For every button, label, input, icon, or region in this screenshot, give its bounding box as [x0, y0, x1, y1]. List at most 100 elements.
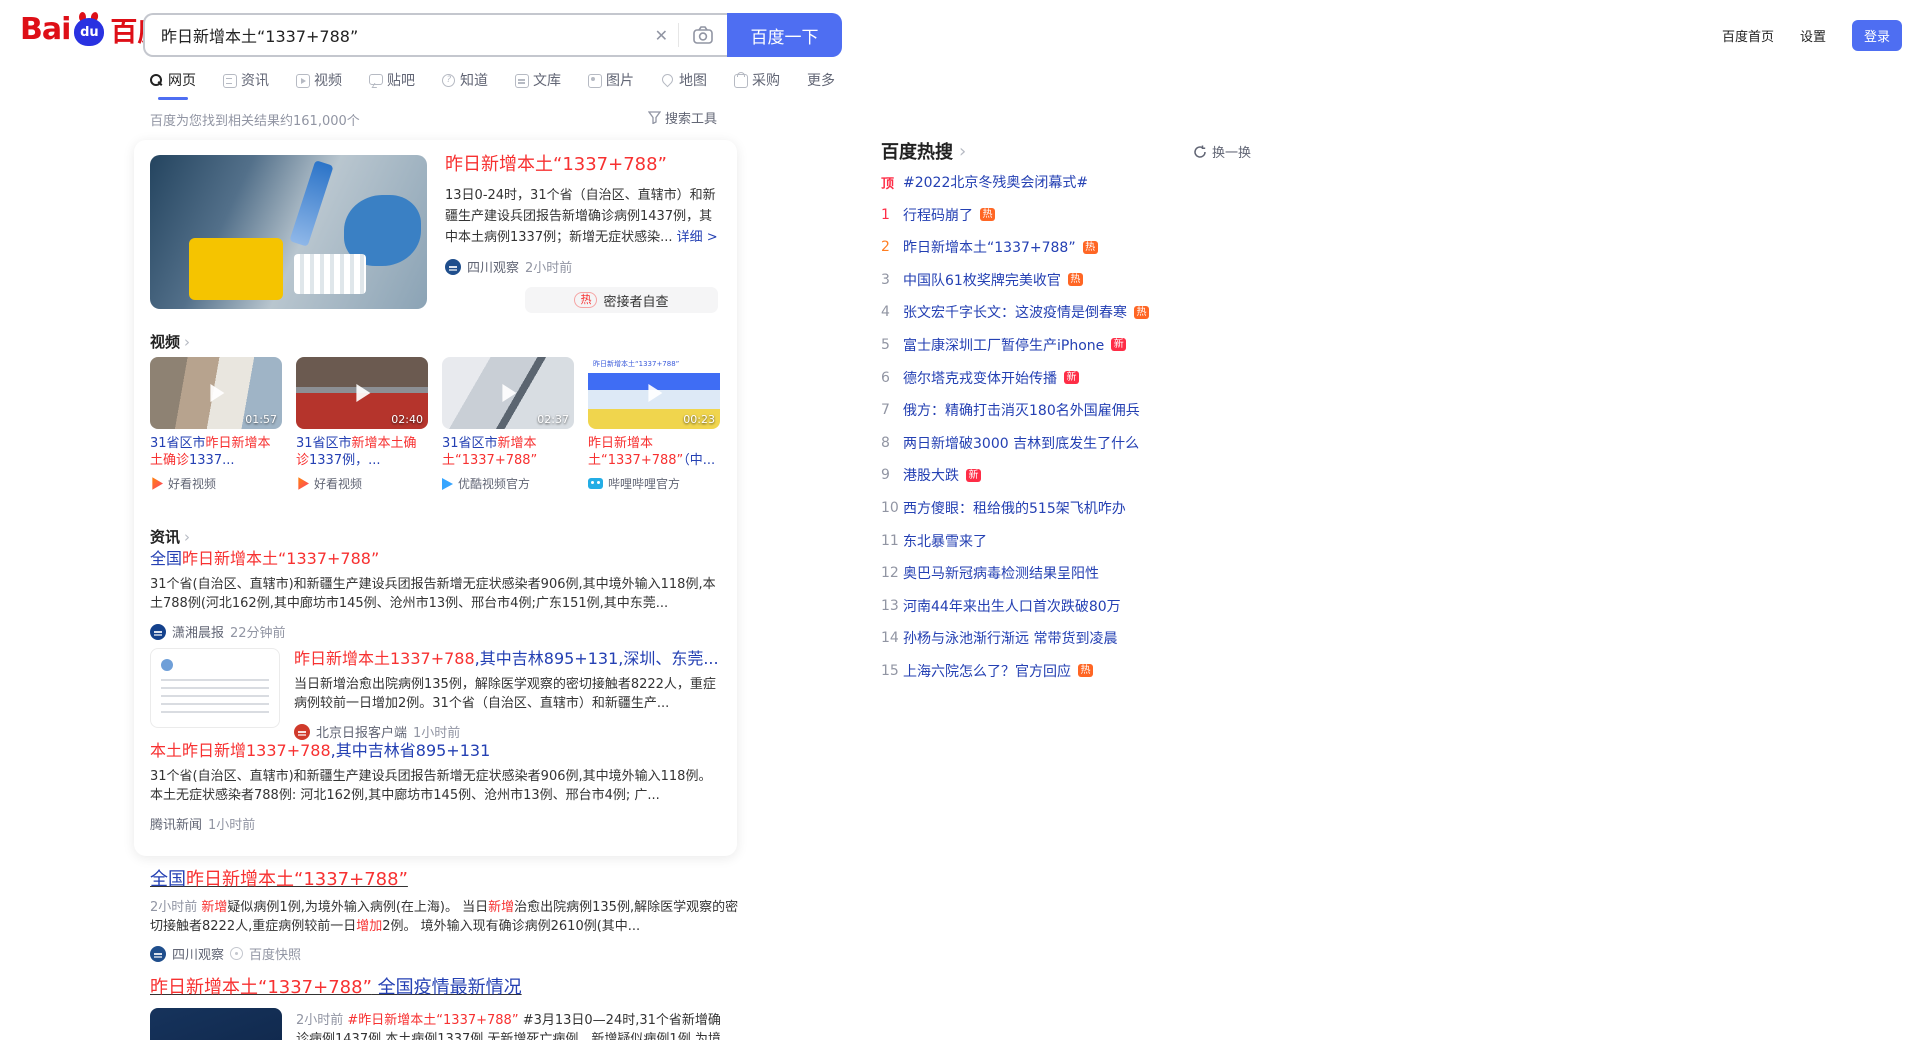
hot-label: #2022北京冬残奥会闭幕式#	[903, 175, 1089, 191]
source-avatar	[150, 945, 166, 962]
news-title[interactable]: 全国昨日新增本土“1337+788”	[150, 548, 721, 570]
hot-search-item[interactable]: 12 奥巴马新冠病毒检测结果呈阳性	[881, 563, 1271, 583]
search-tab[interactable]: 更多	[807, 70, 835, 100]
hot-tag-badge: 热	[574, 292, 598, 308]
organic-title[interactable]: 全国昨日新增本土“1337+788”	[150, 868, 742, 892]
baidu-home-link[interactable]: 百度首页	[1722, 26, 1774, 45]
hot-search-title: 百度热搜	[881, 142, 953, 163]
search-tab[interactable]: 资讯	[223, 70, 269, 100]
hot-label: 德尔塔克戎变体开始传播	[903, 370, 1057, 387]
search-input[interactable]	[145, 25, 645, 45]
search-tab[interactable]: 采购	[734, 70, 780, 100]
video-caption[interactable]: 31省区市新增本土“1337+788”	[442, 435, 574, 469]
hot-label: 昨日新增本土“1337+788”	[903, 240, 1076, 257]
hot-search-item[interactable]: 11 东北暴雪来了	[881, 531, 1271, 551]
hot-rank: 10	[881, 499, 899, 516]
epidemic-thumbnail[interactable]: 疫情	[150, 1008, 282, 1040]
hot-search-item[interactable]: 14 孙杨与泳池渐行渐远 常带货到凌晨	[881, 628, 1271, 648]
source-name[interactable]: 北京日报客户端	[316, 722, 407, 741]
hot-label: 东北暴雪来了	[903, 533, 987, 550]
result-thumbnail[interactable]	[150, 155, 427, 309]
chevron-right-icon[interactable]: ›	[184, 333, 190, 351]
source-name[interactable]: 四川观察	[467, 257, 519, 276]
news-thumbnail[interactable]	[150, 648, 280, 728]
hot-search-item[interactable]: 4 张文宏千字长文：这波疫情是倒春寒 热	[881, 302, 1271, 322]
result-time: 1小时前	[413, 726, 461, 741]
hot-search-item[interactable]: 5 富士康深圳工厂暂停生产iPhone 新	[881, 335, 1271, 355]
news-title[interactable]: 昨日新增本土1337+788,其中吉林895+131,深圳、东莞...	[294, 648, 721, 670]
hot-label: 富士康深圳工厂暂停生产iPhone	[903, 337, 1105, 354]
video-thumbnail[interactable]: 01:57	[150, 357, 282, 429]
hot-badge: 热	[1078, 664, 1093, 678]
hot-badge: 新	[1111, 338, 1127, 352]
video-platform-icon	[298, 477, 309, 490]
video-source[interactable]: 好看视频	[150, 475, 282, 492]
search-tab[interactable]: 图片	[588, 70, 634, 100]
search-tools-button[interactable]: 搜索工具	[648, 108, 717, 127]
video-caption[interactable]: 31省区市昨日新增本土确诊1337...	[150, 435, 282, 469]
hot-badge: 新	[966, 468, 981, 482]
hot-search-item[interactable]: 顶 #2022北京冬残奥会闭幕式#	[881, 172, 1271, 192]
search-tab[interactable]: 知道	[442, 70, 488, 100]
video-duration: 02:37	[537, 413, 569, 426]
hot-search-item[interactable]: 15 上海六院怎么了？官方回应 热	[881, 661, 1271, 681]
hot-search-item[interactable]: 2 昨日新增本土“1337+788” 热	[881, 237, 1271, 257]
baidu-snapshot-link[interactable]: 百度快照	[249, 944, 301, 963]
refresh-button[interactable]: 换一换	[1193, 142, 1251, 161]
hot-search-item[interactable]: 3 中国队61枚奖牌完美收官 热	[881, 270, 1271, 290]
hot-search-item[interactable]: 1 行程码崩了 热	[881, 205, 1271, 225]
hot-rank: 14	[881, 630, 899, 647]
search-button[interactable]: 百度一下	[727, 13, 842, 57]
hot-search-item[interactable]: 6 德尔塔克戎变体开始传播 新	[881, 368, 1271, 388]
chevron-right-icon[interactable]: ›	[959, 141, 966, 162]
search-tab[interactable]: 地图	[661, 70, 707, 100]
video-source[interactable]: 哔哩哔哩官方	[588, 475, 720, 492]
result-time: 22分钟前	[230, 626, 286, 641]
camera-icon[interactable]	[679, 26, 727, 44]
video-thumbnail[interactable]: 昨日新增本土“1337+788” 00:23	[588, 357, 720, 429]
hot-rank: 顶	[881, 176, 895, 192]
source-name[interactable]: 潇湘晨报	[172, 622, 224, 641]
hot-label: 港股大跌	[903, 468, 959, 485]
organic-title[interactable]: 昨日新增本土“1337+788” 全国疫情最新情况	[150, 976, 742, 1000]
hot-badge: 热	[1067, 273, 1083, 287]
chevron-right-icon[interactable]: ›	[184, 528, 190, 546]
search-tab[interactable]: 贴吧	[369, 70, 415, 100]
featured-result-title[interactable]: 昨日新增本土“1337+788”	[445, 153, 723, 177]
hot-badge: 热	[1134, 305, 1149, 319]
video-caption[interactable]: 31省区市新增本土确诊1337例，...	[296, 435, 428, 469]
video-source[interactable]: 优酷视频官方	[442, 475, 574, 492]
video-caption[interactable]: 昨日新增本土“1337+788”（中...	[588, 435, 720, 469]
hot-rank: 5	[881, 336, 890, 353]
hot-search-item[interactable]: 10 西方傻眼：租给俄的515架飞机咋办	[881, 498, 1271, 518]
tab-icon	[661, 73, 675, 87]
clear-icon[interactable]: ✕	[645, 26, 678, 45]
video-thumbnail[interactable]: 02:37	[442, 357, 574, 429]
detail-link[interactable]: 详细 >	[677, 230, 718, 245]
search-tab[interactable]: 网页	[150, 70, 196, 100]
news-desc: 当日新增治愈出院病例135例，解除医学观察的密切接触者8222人，重症病例较前一…	[294, 677, 716, 711]
organic-desc: 2小时前 新增疑似病例1例,为境外输入病例(在上海)。 当日新增治愈出院病例13…	[150, 900, 739, 934]
hot-label: 张文宏千字长文：这波疫情是倒春寒	[903, 305, 1127, 322]
hot-search-list: 顶 #2022北京冬残奥会闭幕式# 1 行程码崩了 热 2 昨日新增本土“133…	[881, 172, 1271, 694]
source-name[interactable]: 四川观察	[172, 944, 224, 963]
result-time: 1小时前	[208, 818, 256, 833]
video-item: 昨日新增本土“1337+788” 00:23 昨日新增本土“1337+788”（…	[588, 357, 720, 492]
news-title[interactable]: 本土昨日新增1337+788,其中吉林省895+131	[150, 740, 721, 762]
search-tab[interactable]: 文库	[515, 70, 561, 100]
search-box: ✕	[143, 13, 727, 57]
video-source[interactable]: 好看视频	[296, 475, 428, 492]
login-button[interactable]: 登录	[1851, 20, 1902, 51]
video-thumbnail[interactable]: 02:40	[296, 357, 428, 429]
settings-link[interactable]: 设置	[1800, 26, 1826, 45]
hot-search-item[interactable]: 13 河南44年来出生人口首次跌破80万	[881, 596, 1271, 616]
video-thumb-mini-text: 昨日新增本土“1337+788”	[593, 360, 680, 368]
hot-search-item[interactable]: 7 俄方：精确打击消灭180名外国雇佣兵	[881, 400, 1271, 420]
source-name[interactable]: 腾讯新闻	[150, 814, 202, 833]
video-duration: 02:40	[391, 413, 423, 426]
hot-search-item[interactable]: 9 港股大跌 新	[881, 465, 1271, 485]
search-tab[interactable]: 视频	[296, 70, 342, 100]
hot-search-item[interactable]: 8 两日新增破3000 吉林到底发生了什么	[881, 433, 1271, 453]
hot-label: 两日新增破3000 吉林到底发生了什么	[903, 435, 1140, 452]
hot-topic-bar[interactable]: 热 密接者自查	[525, 287, 718, 313]
